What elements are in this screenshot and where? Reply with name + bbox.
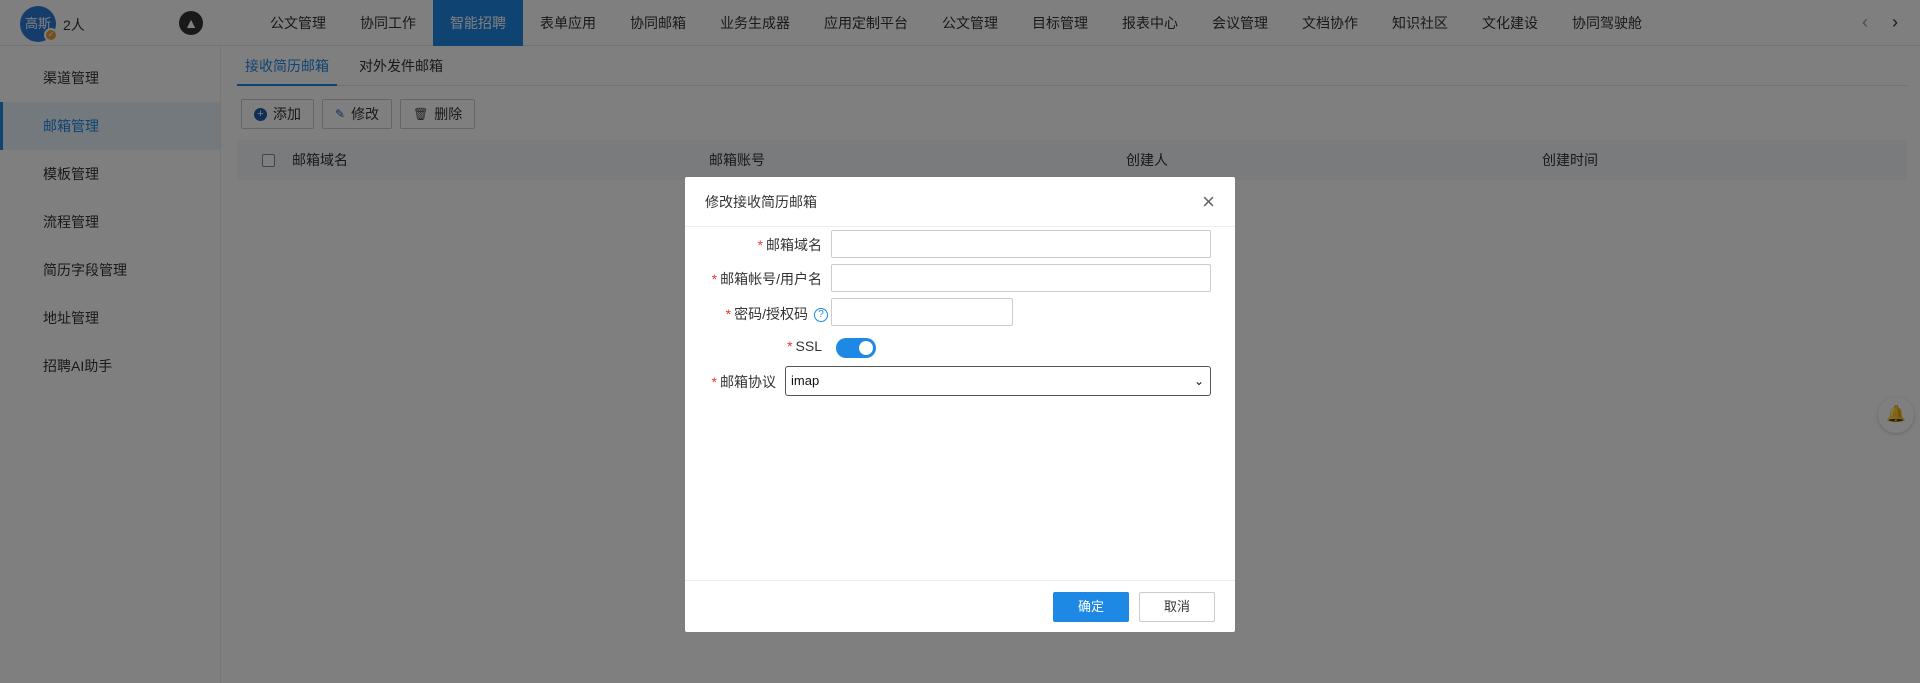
- account-input[interactable]: [831, 264, 1211, 292]
- ssl-toggle[interactable]: [836, 338, 876, 358]
- domain-label: * 邮箱域名: [757, 237, 822, 253]
- form-row-domain: * 邮箱域名: [685, 229, 1235, 259]
- password-input[interactable]: [831, 298, 1013, 326]
- password-label: * 密码/授权码?: [726, 304, 828, 324]
- ssl-label: * SSL: [787, 338, 822, 354]
- chevron-down-icon: ⌄: [1193, 374, 1204, 388]
- protocol-select-value: imap: [791, 373, 820, 388]
- protocol-label: * 邮箱协议: [711, 374, 776, 390]
- close-icon[interactable]: ×: [1202, 177, 1215, 227]
- question-circle-icon[interactable]: ?: [814, 308, 828, 323]
- ssl-toggle-knob: [859, 341, 873, 355]
- dialog-footer: 确定 取消: [685, 580, 1235, 632]
- form-row-ssl: * SSL: [685, 332, 1235, 362]
- cancel-button[interactable]: 取消: [1139, 592, 1215, 622]
- protocol-select[interactable]: imap ⌄: [785, 366, 1211, 396]
- form-row-account: * 邮箱帐号/用户名: [685, 263, 1235, 293]
- form-row-protocol: * 邮箱协议 imap ⌄: [685, 366, 1235, 396]
- confirm-button[interactable]: 确定: [1053, 592, 1129, 622]
- dialog-header: 修改接收简历邮箱 ×: [685, 177, 1235, 227]
- domain-input[interactable]: [831, 230, 1211, 258]
- account-label: * 邮箱帐号/用户名: [711, 271, 822, 287]
- edit-mailbox-dialog: 修改接收简历邮箱 × * 邮箱域名 * 邮箱帐号/用户名 * 密码/授权码? * SSL: [685, 177, 1235, 632]
- form-row-password: * 密码/授权码?: [685, 298, 1235, 328]
- dialog-title: 修改接收简历邮箱: [705, 194, 817, 210]
